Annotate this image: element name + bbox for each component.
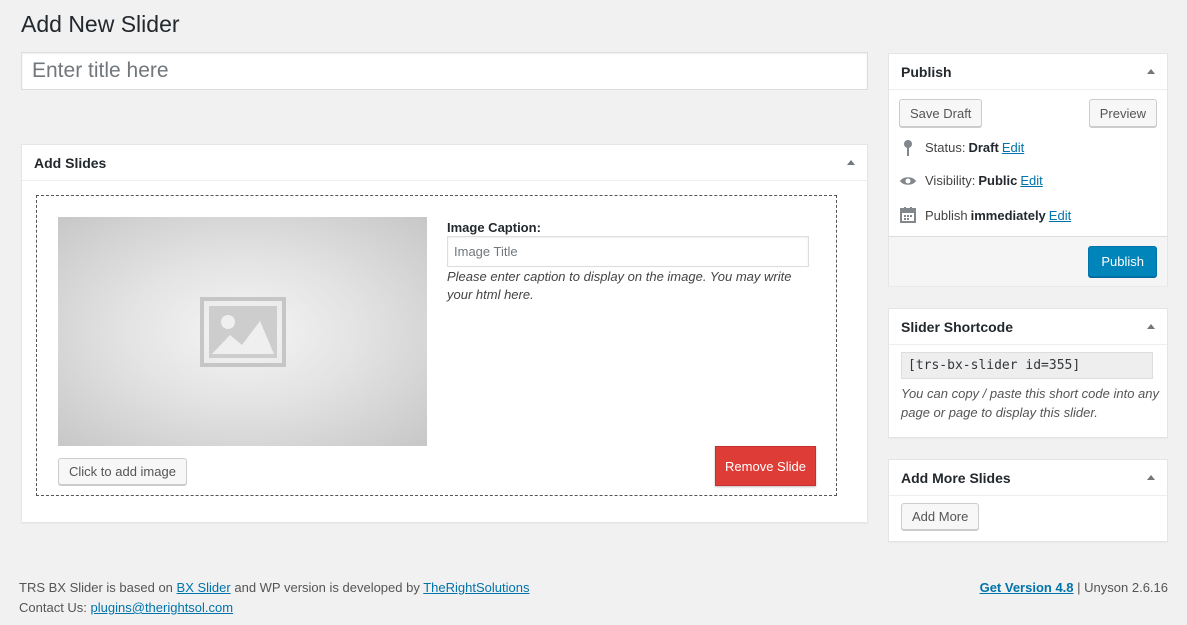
footer-text-2: and WP version is developed by <box>234 580 420 595</box>
pin-icon <box>899 139 917 156</box>
edit-status-link[interactable]: Edit <box>1002 140 1024 155</box>
shortcode-title: Slider Shortcode <box>901 318 1014 335</box>
publish-title: Publish <box>901 63 952 80</box>
publish-label: Publish <box>925 207 968 223</box>
footer-right: Get Version 4.8 | Unyson 2.6.16 <box>980 578 1168 598</box>
slider-shortcode-box: Slider Shortcode [trs-bx-slider id=355] … <box>888 308 1168 438</box>
collapse-arrow-icon[interactable] <box>1147 324 1155 329</box>
add-more-slides-box: Add More Slides Add More <box>888 459 1168 542</box>
status-label: Status: <box>925 140 966 155</box>
collapse-arrow-icon[interactable] <box>847 160 855 165</box>
unyson-version: Unyson 2.6.16 <box>1084 580 1168 595</box>
eye-icon <box>899 175 917 187</box>
publish-header: Publish <box>889 54 1167 90</box>
bx-slider-link[interactable]: BX Slider <box>177 580 231 595</box>
shortcode-header: Slider Shortcode <box>889 309 1167 345</box>
publish-button[interactable]: Publish <box>1088 246 1157 277</box>
footer-text-1: TRS BX Slider is based on <box>19 580 173 595</box>
page-title: Add New Slider <box>21 11 180 37</box>
contact-email-link[interactable]: plugins@therightsol.com <box>91 600 234 615</box>
slider-title-input[interactable] <box>21 52 868 90</box>
collapse-arrow-icon[interactable] <box>1147 475 1155 480</box>
caption-label: Image Caption: <box>447 220 541 235</box>
caption-help-text: Please enter caption to display on the i… <box>447 269 792 302</box>
publish-box: Publish Save Draft Preview Status: Draft… <box>888 53 1168 286</box>
image-placeholder-icon <box>199 296 286 367</box>
shortcode-field[interactable]: [trs-bx-slider id=355] <box>901 352 1153 379</box>
status-value: Draft <box>968 140 999 155</box>
save-draft-button[interactable]: Save Draft <box>899 99 983 127</box>
publish-date-row: Publish immediately Edit <box>899 207 1071 223</box>
visibility-label: Visibility: <box>925 173 976 188</box>
shortcode-help-text: You can copy / paste this short code int… <box>901 386 1159 420</box>
add-slides-header: Add Slides <box>22 145 867 181</box>
collapse-arrow-icon[interactable] <box>1147 69 1155 74</box>
add-image-button[interactable]: Click to add image <box>58 458 187 485</box>
add-slides-box: Add Slides Click to add image Image Capt… <box>21 144 868 523</box>
footer-left: TRS BX Slider is based on BX Slider and … <box>19 578 529 618</box>
preview-button[interactable]: Preview <box>1088 99 1157 127</box>
publish-actions: Publish <box>889 236 1167 286</box>
publish-value: immediately <box>970 207 1046 223</box>
get-version-link[interactable]: Get Version 4.8 <box>980 580 1074 595</box>
footer-separator: | <box>1077 580 1081 595</box>
add-slides-title: Add Slides <box>34 154 107 171</box>
slide-image-placeholder[interactable] <box>58 217 427 446</box>
status-row: Status: Draft Edit <box>899 139 1024 156</box>
edit-visibility-link[interactable]: Edit <box>1020 173 1042 188</box>
calendar-icon <box>899 207 917 223</box>
add-more-header: Add More Slides <box>889 460 1167 496</box>
caption-input[interactable] <box>447 236 809 267</box>
contact-label: Contact Us: <box>19 600 87 615</box>
visibility-row: Visibility: Public Edit <box>899 173 1043 188</box>
edit-publish-date-link[interactable]: Edit <box>1049 208 1071 223</box>
add-more-title: Add More Slides <box>901 469 1011 486</box>
developer-link[interactable]: TheRightSolutions <box>423 580 529 595</box>
slide-item: Click to add image Image Caption: Please… <box>36 195 837 496</box>
add-more-button[interactable]: Add More <box>901 503 980 530</box>
remove-slide-button[interactable]: Remove Slide <box>715 446 816 486</box>
visibility-value: Public <box>978 173 1018 188</box>
